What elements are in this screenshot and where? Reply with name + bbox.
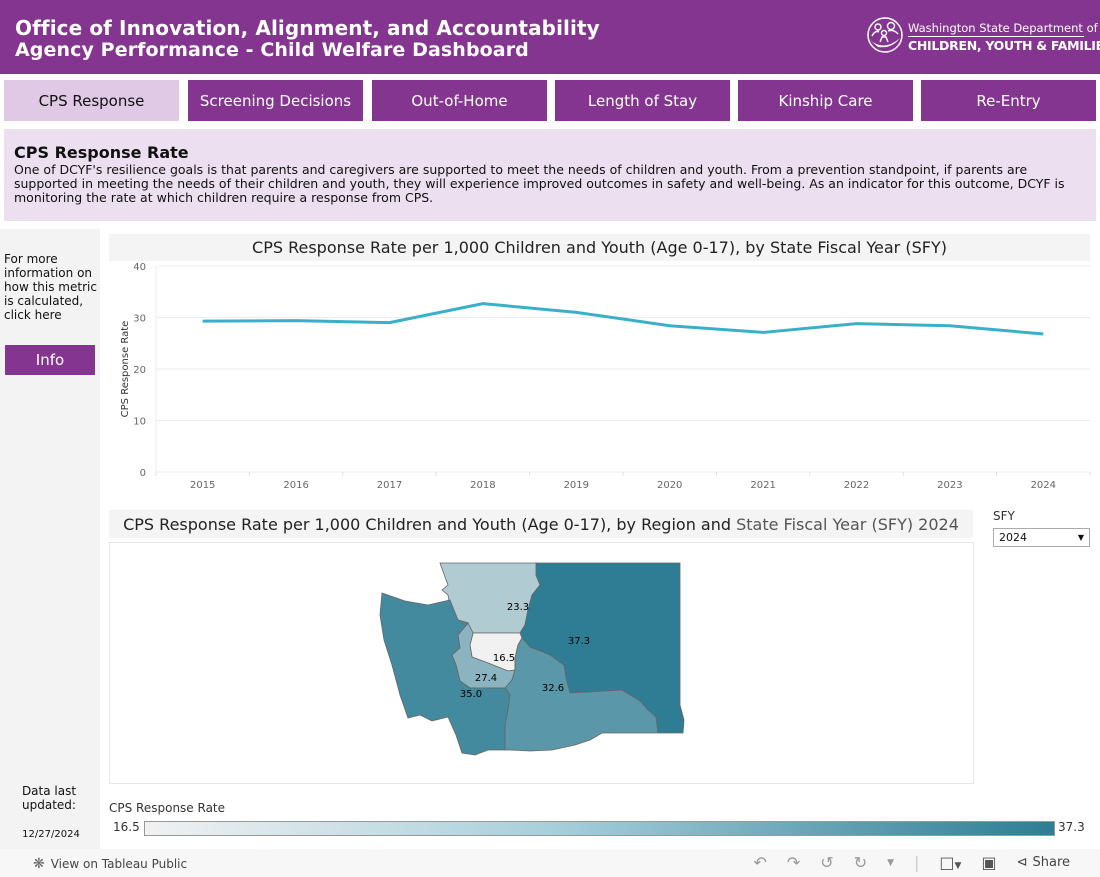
tab-out-of-home[interactable]: Out-of-Home [372, 80, 547, 121]
redo-icon[interactable]: ↷ [787, 853, 800, 872]
y-tick-label: 0 [140, 468, 146, 479]
x-tick-label: 2023 [937, 480, 962, 491]
data-updated-date: 12/27/2024 [22, 829, 80, 840]
view-on-tableau-label: View on Tableau Public [50, 857, 188, 871]
refresh-dropdown-icon[interactable]: ▼ [887, 858, 894, 868]
series-line [202, 302, 1044, 336]
logo-text-line2: CHILDREN, YOUTH & FAMILIES [908, 38, 1100, 53]
legend-max: 37.3 [1058, 820, 1085, 834]
x-tick-label: 2019 [564, 480, 589, 491]
y-axis-title: CPS Response Rate [120, 321, 131, 418]
tab-kinship-care[interactable]: Kinship Care [738, 80, 913, 121]
x-tick-label: 2018 [470, 480, 495, 491]
map-chart-title: CPS Response Rate per 1,000 Children and… [109, 510, 973, 538]
legend-min: 16.5 [113, 820, 140, 834]
undo-icon[interactable]: ↶ [753, 853, 766, 872]
intro-body: One of DCYF's resilience goals is that p… [14, 162, 1065, 205]
toolbar-divider: | [914, 853, 920, 872]
x-tick-label: 2020 [657, 480, 682, 491]
sfy-dropdown[interactable]: 2024 ▼ [993, 528, 1090, 547]
tab-cps-response[interactable]: CPS Response [4, 80, 179, 121]
y-tick-label: 20 [133, 365, 146, 376]
x-tick-label: 2024 [1031, 480, 1056, 491]
legend-color-ramp [144, 821, 1055, 836]
share-label: Share [1032, 855, 1070, 870]
family-circle-icon [867, 17, 903, 53]
sfy-selected-value: 2024 [999, 531, 1027, 544]
legend-title: CPS Response Rate [109, 801, 226, 815]
x-tick-label: 2021 [750, 480, 775, 491]
header-title-line1: Office of Innovation, Alignment, and Acc… [15, 16, 600, 40]
map-title-year: State Fiscal Year (SFY) 2024 [736, 514, 959, 534]
tab-length-of-stay[interactable]: Length of Stay [555, 80, 730, 121]
data-updated-label: Data last updated: [21, 784, 77, 812]
share-icon: ⊲ [1016, 855, 1028, 870]
logo-divider [908, 36, 1084, 37]
y-tick-label: 40 [133, 262, 146, 273]
x-tick-label: 2015 [190, 480, 215, 491]
x-tick-label: 2022 [844, 480, 869, 491]
dashboard-header: Office of Innovation, Alignment, and Acc… [0, 0, 1100, 74]
tab-re-entry[interactable]: Re-Entry [921, 80, 1096, 121]
sfy-filter-label: SFY [993, 509, 1015, 523]
y-tick-label: 10 [133, 417, 146, 428]
region-map: 23.3 37.3 16.5 27.4 35.0 32.6 [379, 562, 685, 756]
intro-heading: CPS Response Rate [14, 143, 189, 162]
header-title-line2: Agency Performance - Child Welfare Dashb… [15, 39, 529, 61]
intro-panel: CPS Response Rate One of DCYF's resilien… [4, 129, 1096, 221]
revert-icon[interactable]: ↺ [820, 853, 833, 872]
fullscreen-icon[interactable]: ▣ [981, 853, 996, 872]
x-tick-label: 2016 [283, 480, 308, 491]
x-tick-label: 2017 [377, 480, 402, 491]
label-east: 37.3 [568, 636, 590, 647]
label-north: 23.3 [507, 602, 529, 613]
y-tick-label: 30 [133, 314, 146, 325]
line-chart-title: CPS Response Rate per 1,000 Children and… [109, 234, 1090, 261]
label-king: 16.5 [493, 653, 515, 664]
label-southwest: 35.0 [460, 689, 482, 700]
download-icon[interactable]: □▼ [939, 853, 961, 872]
label-south-central: 32.6 [542, 683, 564, 694]
tableau-logo-icon: ❋ [33, 856, 45, 872]
logo-text-line1: Washington State Department of [908, 21, 1098, 35]
dropdown-arrow-icon: ▼ [1077, 533, 1084, 542]
tab-screening-decisions[interactable]: Screening Decisions [188, 80, 363, 121]
info-description: For more information on how this metric … [4, 252, 97, 322]
dcyf-logo: Washington State Department of CHILDREN,… [866, 16, 1100, 56]
tableau-toolbar: ❋ View on Tableau Public ↶ ↷ ↺ ↻ ▼ | □▼ … [0, 849, 1100, 877]
map-title-main: CPS Response Rate per 1,000 Children and… [123, 514, 737, 534]
line-chart: 0 10 20 30 40 2015 2016 2017 2018 2019 2020 2021 202… [120, 262, 1091, 491]
refresh-icon[interactable]: ↻ [854, 853, 867, 872]
nav-tabs: CPS Response Screening Decisions Out-of-… [0, 80, 1100, 121]
view-on-tableau-link[interactable]: ❋ View on Tableau Public [33, 856, 187, 872]
share-button[interactable]: ⊲ Share [1017, 855, 1070, 870]
info-button[interactable]: Info [5, 345, 95, 375]
sidebar [0, 229, 100, 849]
label-pierce: 27.4 [475, 673, 497, 684]
